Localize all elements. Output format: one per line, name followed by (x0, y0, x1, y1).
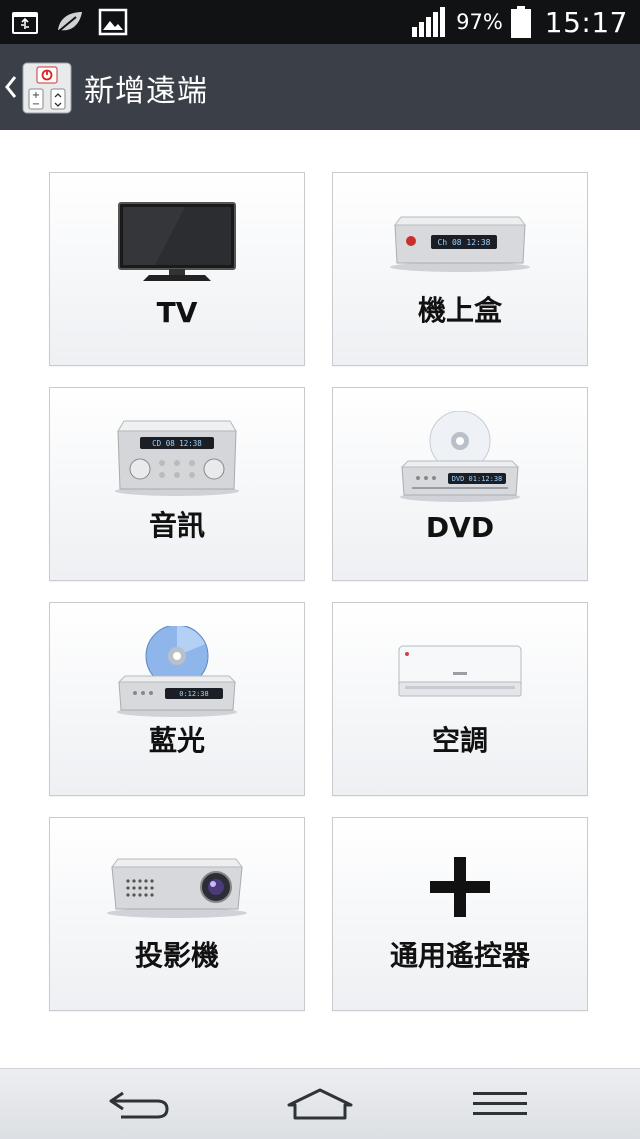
page-title: 新增遠端 (84, 74, 208, 109)
leaf-icon (58, 12, 82, 32)
signal-icon (412, 7, 446, 37)
device-tile-tv[interactable]: TV (49, 172, 305, 366)
projector-icon (107, 858, 247, 918)
device-label: TV (156, 296, 198, 329)
image-icon (98, 8, 128, 36)
device-label: DVD (425, 511, 495, 544)
device-label: 空調 (431, 724, 488, 757)
audio-display-text: CD 08 12:38 (152, 439, 202, 448)
device-label: 藍光 (148, 724, 205, 757)
audio-receiver-icon: CD 08 12:38 (115, 420, 239, 496)
device-label: 通用遙控器 (389, 939, 530, 972)
plus-icon (430, 857, 490, 917)
menu-icon (473, 1092, 527, 1115)
app-bar: + − 新增遠端 (0, 44, 640, 130)
device-tile-bluray[interactable]: 0:12:38 藍光 (49, 602, 305, 796)
tv-icon (118, 202, 236, 281)
dvd-player-icon: DVD 01:12:38 (400, 411, 520, 502)
battery-icon (510, 6, 531, 38)
device-tile-set-top-box[interactable]: Ch 08 12:38 機上盒 (332, 172, 588, 366)
device-tile-dvd[interactable]: DVD 01:12:38 DVD (332, 387, 588, 581)
usb-icon (12, 12, 38, 34)
home-icon (287, 1088, 353, 1120)
set-top-box-icon: Ch 08 12:38 (390, 216, 530, 272)
nav-home-button[interactable] (260, 1069, 380, 1139)
device-label: 投影機 (134, 939, 219, 972)
navigation-bar (0, 1068, 640, 1139)
device-tile-projector[interactable]: 投影機 (49, 817, 305, 1011)
device-label: 機上盒 (417, 294, 502, 327)
status-bar: 97% 15:17 (0, 0, 640, 44)
up-button[interactable]: + − (0, 44, 80, 130)
svg-text:−: − (32, 99, 40, 110)
bluray-player-icon: 0:12:38 (117, 626, 237, 717)
remote-app-icon: + − (22, 62, 72, 114)
nav-menu-button[interactable] (440, 1069, 560, 1139)
device-tile-audio[interactable]: CD 08 12:38 音訊 (49, 387, 305, 581)
clock: 15:17 (544, 5, 628, 39)
chevron-left-icon (5, 76, 17, 98)
device-tile-air-conditioner[interactable]: 空調 (332, 602, 588, 796)
battery-percent: 97% (456, 10, 503, 34)
bluray-display-text: 0:12:38 (179, 690, 209, 698)
stb-display-text: Ch 08 12:38 (438, 238, 491, 247)
device-tile-universal-remote[interactable]: 通用遙控器 (332, 817, 588, 1011)
back-icon (109, 1091, 169, 1119)
dvd-display-text: DVD 01:12:38 (452, 475, 503, 483)
device-label: 音訊 (148, 509, 205, 542)
nav-back-button[interactable] (80, 1069, 200, 1139)
air-conditioner-icon (398, 645, 522, 697)
